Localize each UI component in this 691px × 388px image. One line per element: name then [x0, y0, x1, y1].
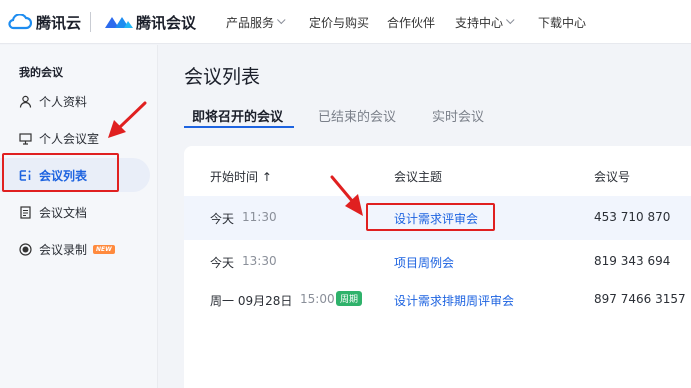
annotation-box-meeting-list: [2, 153, 119, 192]
sidebar-item-label: 个人会议室: [39, 131, 100, 146]
sidebar-item-recordings[interactable]: 会议录制 NEW: [0, 232, 150, 266]
meeting-subject-link[interactable]: 设计需求排期周评审会: [394, 292, 514, 309]
brand-meeting-text: 腾讯会议: [136, 13, 197, 32]
tab-ended[interactable]: 已结束的会议: [318, 106, 396, 125]
tencent-meeting-logo[interactable]: 腾讯会议: [104, 0, 196, 44]
row-day: 今天: [210, 256, 235, 270]
tencent-cloud-logo[interactable]: 腾讯云: [8, 0, 81, 44]
meeting-logo-icon: [105, 17, 133, 28]
column-header-meeting-id: 会议号: [594, 170, 631, 184]
brand-divider: [90, 12, 91, 32]
nav-partners[interactable]: 合作伙伴: [387, 0, 435, 44]
sidebar: 我的会议 个人资料 个人会议室 会议列表 会议文档 会议录制 NEW: [0, 45, 158, 388]
annotation-box-meeting-subject: [366, 203, 495, 231]
record-icon: [19, 242, 32, 256]
sidebar-heading: 我的会议: [19, 66, 63, 79]
column-header-start-time[interactable]: 开始时间 ↑: [210, 168, 272, 185]
meeting-id: 819 343 694: [594, 254, 671, 268]
row-day: 周一 09月28日: [210, 294, 293, 308]
sidebar-item-label: 会议文档: [39, 205, 88, 220]
sidebar-item-documents[interactable]: 会议文档: [0, 195, 150, 229]
column-header-subject: 会议主题: [394, 170, 443, 184]
sidebar-item-label: 会议录制: [39, 242, 88, 257]
cloud-icon: [8, 14, 32, 30]
annotation-arrow-icon: [108, 101, 147, 138]
document-icon: [19, 205, 32, 219]
tab-live[interactable]: 实时会议: [432, 106, 484, 125]
chevron-down-icon: [277, 15, 286, 25]
nav-products[interactable]: 产品服务: [226, 0, 286, 44]
room-icon: [19, 132, 32, 145]
new-badge: NEW: [93, 244, 115, 254]
nav-support-label: 支持中心: [455, 15, 504, 30]
tab-upcoming[interactable]: 即将召开的会议: [192, 106, 283, 125]
nav-support[interactable]: 支持中心: [455, 0, 515, 44]
row-time: 11:30: [242, 210, 277, 224]
brand-cloud-text: 腾讯云: [36, 13, 82, 32]
recurring-badge: 周期: [336, 291, 363, 306]
top-nav: 腾讯云 腾讯会议 产品服务 定价与购买 合作伙伴 支持中心 下载中心: [0, 0, 691, 44]
sidebar-item-label: 个人资料: [39, 94, 88, 109]
annotation-arrow-icon: [330, 175, 363, 216]
person-icon: [19, 95, 32, 108]
page-title: 会议列表: [184, 66, 261, 88]
meeting-id: 453 710 870: [594, 210, 671, 224]
chevron-down-icon: [506, 15, 515, 25]
nav-downloads-label: 下载中心: [538, 15, 587, 30]
nav-pricing[interactable]: 定价与购买: [309, 0, 369, 44]
nav-pricing-label: 定价与购买: [309, 15, 370, 30]
row-time: 13:30: [242, 254, 277, 268]
nav-downloads[interactable]: 下载中心: [538, 0, 586, 44]
row-time: 15:00: [300, 292, 335, 306]
meeting-id: 897 7466 3157: [594, 292, 686, 306]
row-day: 今天: [210, 212, 235, 226]
nav-products-label: 产品服务: [226, 15, 275, 30]
meeting-subject-link[interactable]: 项目周例会: [394, 254, 454, 271]
active-tab-indicator: [184, 126, 294, 128]
nav-partners-label: 合作伙伴: [387, 15, 436, 30]
